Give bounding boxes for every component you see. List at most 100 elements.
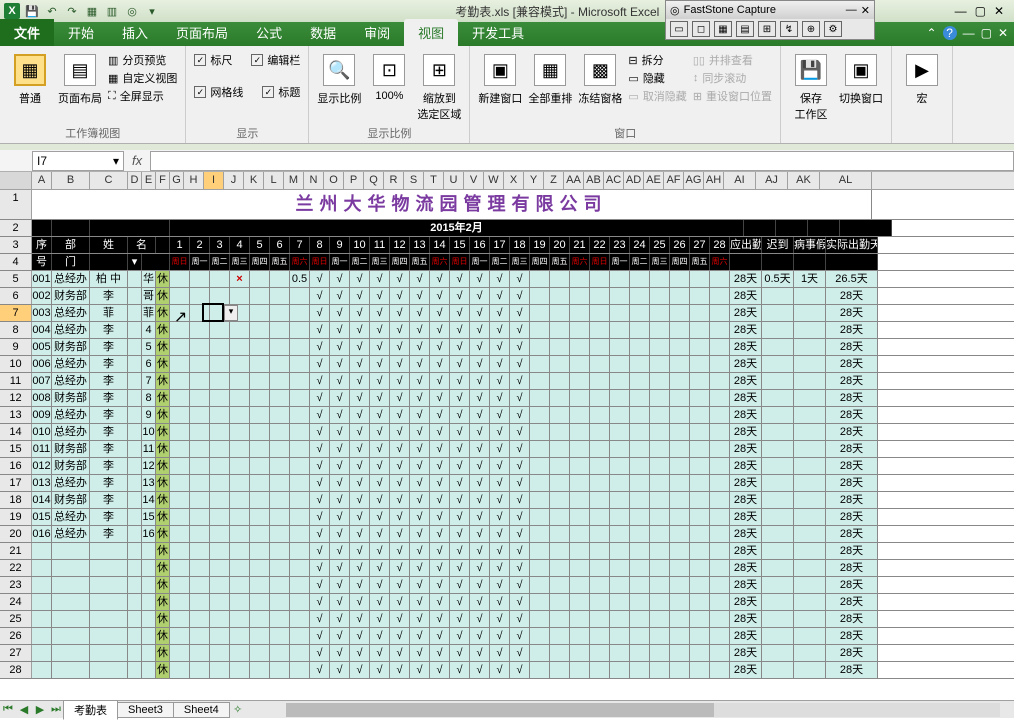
cell[interactable]	[710, 577, 730, 593]
cell[interactable]: 28天	[730, 509, 762, 525]
cell[interactable]: √	[490, 645, 510, 661]
cell[interactable]: √	[310, 288, 330, 304]
cell[interactable]	[290, 560, 310, 576]
cell[interactable]	[590, 407, 610, 423]
cell[interactable]	[90, 543, 128, 559]
cell[interactable]: √	[350, 526, 370, 542]
cell[interactable]	[650, 492, 670, 508]
cell[interactable]	[690, 441, 710, 457]
minimize-icon[interactable]: —	[955, 4, 967, 18]
cell[interactable]: √	[370, 543, 390, 559]
cell[interactable]	[550, 458, 570, 474]
cell[interactable]: √	[410, 475, 430, 491]
cell[interactable]	[710, 356, 730, 372]
cell[interactable]: √	[350, 407, 370, 423]
cell[interactable]	[142, 645, 156, 661]
cell[interactable]: √	[410, 662, 430, 678]
cell[interactable]	[794, 628, 826, 644]
row-header[interactable]: 10	[0, 356, 32, 372]
column-header[interactable]: A	[32, 172, 52, 189]
cell[interactable]	[52, 662, 90, 678]
cell[interactable]	[762, 526, 794, 542]
cell[interactable]	[210, 628, 230, 644]
cell[interactable]	[190, 560, 210, 576]
cell[interactable]: 财务部	[52, 339, 90, 355]
cell[interactable]: √	[410, 271, 430, 287]
cell[interactable]	[290, 475, 310, 491]
row-header[interactable]: 9	[0, 339, 32, 355]
cell[interactable]	[570, 339, 590, 355]
fx-icon[interactable]: fx	[124, 153, 150, 168]
cell[interactable]	[570, 526, 590, 542]
cell[interactable]: √	[410, 560, 430, 576]
cell[interactable]: 周日	[170, 254, 190, 270]
cell[interactable]: √	[330, 407, 350, 423]
cell[interactable]	[794, 577, 826, 593]
cell[interactable]: √	[430, 611, 450, 627]
cell[interactable]: 李	[90, 509, 128, 525]
cell[interactable]	[630, 560, 650, 576]
cell[interactable]: √	[490, 356, 510, 372]
cell[interactable]: √	[470, 373, 490, 389]
cell[interactable]	[530, 577, 550, 593]
cell[interactable]	[290, 526, 310, 542]
cell[interactable]: √	[470, 509, 490, 525]
cell[interactable]	[530, 628, 550, 644]
cell[interactable]	[794, 373, 826, 389]
cell[interactable]	[550, 611, 570, 627]
cell[interactable]	[590, 560, 610, 576]
cell[interactable]	[270, 662, 290, 678]
cell[interactable]	[290, 594, 310, 610]
cell[interactable]	[128, 543, 142, 559]
cell[interactable]	[90, 611, 128, 627]
cell[interactable]	[794, 288, 826, 304]
cell[interactable]: 012	[32, 458, 52, 474]
cell[interactable]	[270, 373, 290, 389]
cell[interactable]	[550, 543, 570, 559]
cell[interactable]: √	[330, 458, 350, 474]
cell[interactable]	[550, 271, 570, 287]
cell[interactable]	[610, 577, 630, 593]
cell[interactable]: 兰州大华物流园管理有限公司	[32, 190, 872, 219]
cell[interactable]: √	[450, 458, 470, 474]
cell[interactable]	[610, 322, 630, 338]
cell[interactable]: 28	[710, 237, 730, 253]
row-header[interactable]: 7	[0, 305, 32, 321]
cell[interactable]: 28天	[826, 458, 878, 474]
cell[interactable]: 5	[142, 339, 156, 355]
cell[interactable]: √	[410, 305, 430, 321]
cell[interactable]: 周四	[250, 254, 270, 270]
cell[interactable]: 财务部	[52, 390, 90, 406]
cell[interactable]: 总经办	[52, 305, 90, 321]
cell[interactable]: 003	[32, 305, 52, 321]
cell[interactable]	[670, 611, 690, 627]
cell[interactable]: 休	[156, 441, 170, 457]
cell[interactable]: √	[510, 305, 530, 321]
cell[interactable]	[630, 373, 650, 389]
cell[interactable]	[710, 475, 730, 491]
cell[interactable]: 李	[90, 458, 128, 474]
cell[interactable]: 病事假天数	[794, 237, 826, 253]
cell[interactable]: √	[390, 662, 410, 678]
cell[interactable]	[128, 509, 142, 525]
cell[interactable]	[550, 509, 570, 525]
cell[interactable]: √	[450, 288, 470, 304]
cell[interactable]: √	[450, 560, 470, 576]
cell[interactable]: √	[430, 526, 450, 542]
cell[interactable]	[530, 458, 550, 474]
cell[interactable]: √	[350, 424, 370, 440]
cell[interactable]: √	[390, 322, 410, 338]
cell[interactable]	[230, 492, 250, 508]
cell[interactable]: 休	[156, 509, 170, 525]
cell[interactable]: √	[310, 492, 330, 508]
cell[interactable]: 001	[32, 271, 52, 287]
cell[interactable]	[650, 662, 670, 678]
cell[interactable]: √	[330, 441, 350, 457]
cell[interactable]	[650, 339, 670, 355]
cell[interactable]	[630, 322, 650, 338]
cell[interactable]	[530, 305, 550, 321]
cell[interactable]	[710, 271, 730, 287]
cell[interactable]: √	[310, 305, 330, 321]
cell[interactable]	[270, 628, 290, 644]
cell[interactable]	[290, 543, 310, 559]
